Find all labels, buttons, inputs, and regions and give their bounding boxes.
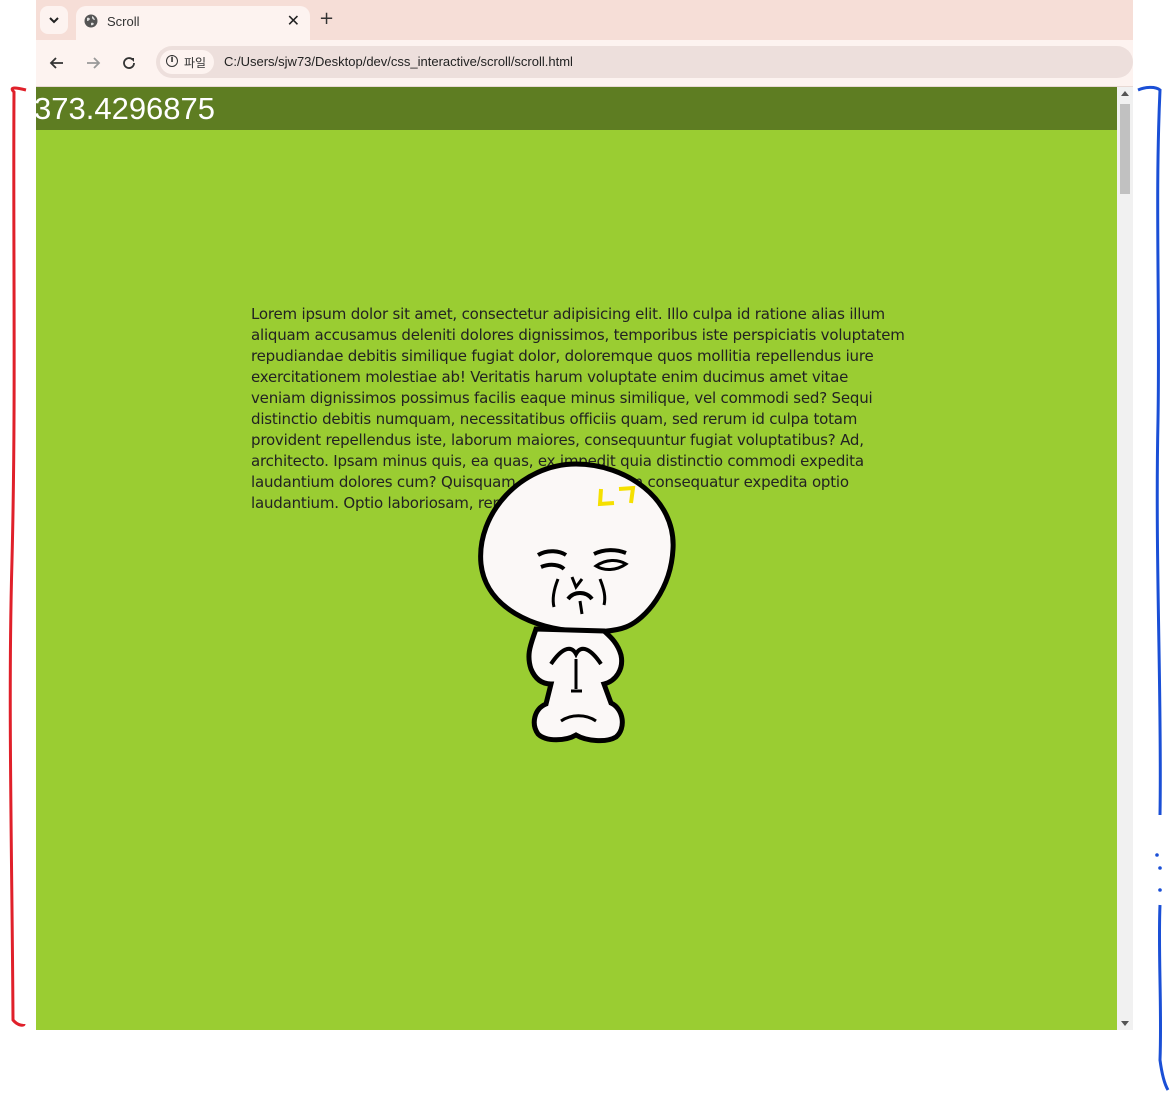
site-info-chip[interactable]: i 파일 xyxy=(160,50,214,74)
tab-scroll[interactable]: Scroll ✕ xyxy=(76,6,310,40)
browser-toolbar: i 파일 C:/Users/sjw73/Desktop/dev/css_inte… xyxy=(36,40,1133,87)
left-red-bracket xyxy=(8,86,27,1027)
info-icon: i xyxy=(166,55,178,67)
scroll-down-arrow-icon[interactable] xyxy=(1121,1021,1129,1026)
blue-dot xyxy=(1158,888,1162,892)
blue-dot xyxy=(1158,866,1162,870)
back-arrow-icon xyxy=(49,57,63,69)
chevron-down-icon xyxy=(49,17,59,24)
character-image xyxy=(478,461,676,744)
back-button[interactable] xyxy=(46,52,68,74)
globe-icon xyxy=(84,14,98,28)
forward-arrow-icon xyxy=(87,57,101,69)
reload-icon xyxy=(123,57,135,69)
scroll-value: 373.4296875 xyxy=(36,91,216,126)
address-bar[interactable]: i 파일 C:/Users/sjw73/Desktop/dev/css_inte… xyxy=(156,46,1133,78)
tab-title: Scroll xyxy=(107,14,140,29)
right-blue-bracket xyxy=(1137,85,1162,816)
tab-strip: Scroll ✕ + xyxy=(36,0,1133,40)
scroll-value-bar: 373.4296875 xyxy=(36,87,1117,130)
scroll-thumb[interactable] xyxy=(1120,104,1130,194)
tab-search-button[interactable] xyxy=(40,6,68,34)
right-blue-bracket-lower xyxy=(1157,904,1170,1091)
reload-button[interactable] xyxy=(118,52,140,74)
scroll-up-arrow-icon[interactable] xyxy=(1121,91,1129,96)
vertical-scrollbar[interactable] xyxy=(1117,87,1133,1030)
blue-dot xyxy=(1155,853,1159,857)
site-chip-label: 파일 xyxy=(184,56,207,70)
url-text[interactable]: C:/Users/sjw73/Desktop/dev/css_interacti… xyxy=(224,54,573,69)
close-icon[interactable]: ✕ xyxy=(287,11,300,30)
new-tab-button[interactable]: + xyxy=(319,8,334,29)
forward-button[interactable] xyxy=(82,52,104,74)
page-viewport: 373.4296875 Lorem ipsum dolor sit amet, … xyxy=(36,87,1117,1030)
